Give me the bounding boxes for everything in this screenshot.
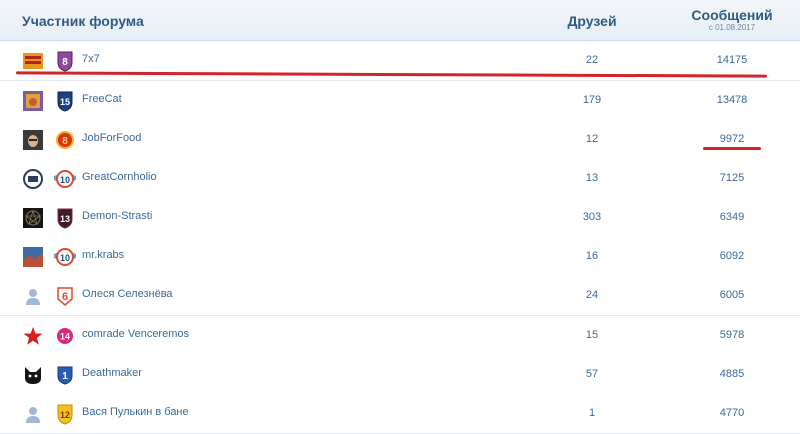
pink-circle-rank-icon: 14 [57,328,73,344]
black-cat-avatar-icon[interactable] [23,365,43,385]
blue-small-shield-rank-icon: 1 [57,366,73,385]
friends-count[interactable]: 13 [541,172,643,184]
table-row: 10 mr.krabs 16 6092 [0,237,800,277]
friends-count[interactable]: 16 [541,250,643,262]
messages-since-note: с 01.08.2017 [708,23,756,32]
svg-text:13: 13 [60,214,70,224]
member-name-link[interactable]: Deathmaker [82,367,142,379]
table-row: 10 GreatCornholio 13 7125 [0,159,800,199]
purple-shield-rank-icon: 8 [57,51,73,72]
member-name-link[interactable]: Вася Пулькин в бане [82,406,189,418]
member-name-link[interactable]: Demon-Strasti [82,210,152,222]
red-outline-badge-rank-icon: 6 [57,287,73,306]
messages-count[interactable]: 13478 [680,94,784,106]
member-name-link[interactable]: mr.krabs [82,249,124,261]
table-row: 15 FreeCat 179 13478 [0,81,800,121]
svg-text:15: 15 [60,97,70,107]
svg-text:8: 8 [62,57,68,68]
face-photo-avatar-icon[interactable] [23,130,43,150]
dark-shield-rank-icon: 13 [57,208,73,229]
messages-count[interactable]: 7125 [680,172,784,184]
member-name-link[interactable]: FreeCat [82,93,122,105]
column-header-friends[interactable]: Друзей [541,13,643,29]
friends-count[interactable]: 1 [541,407,643,419]
friends-count[interactable]: 22 [541,54,643,66]
messages-count[interactable]: 6005 [680,289,784,301]
svg-text:10: 10 [60,175,70,185]
dark-pentagram-avatar-icon[interactable] [23,208,43,228]
table-header: Участник форума Друзей Сообщений с 01.08… [0,0,800,41]
round-emblem-avatar-icon[interactable] [23,169,43,189]
red-gold-badge-rank-icon: 8 [56,131,74,149]
orange-banner-avatar-icon[interactable] [23,51,43,71]
default-user-avatar-icon[interactable] [23,286,43,306]
friends-count[interactable]: 179 [541,94,643,106]
table-row: 1 Deathmaker 57 4885 [0,355,800,395]
member-name-link[interactable]: JobForFood [82,132,141,144]
svg-text:1: 1 [62,371,68,382]
messages-count[interactable]: 4885 [680,368,784,380]
messages-count[interactable]: 6092 [680,250,784,262]
default-user-avatar-icon[interactable] [23,404,43,424]
table-row: 8 JobForFood 12 9972 [0,120,800,160]
table-row: 12 Вася Пулькин в бане 1 4770 [0,394,800,434]
friends-count[interactable]: 15 [541,329,643,341]
messages-count[interactable]: 6349 [680,211,784,223]
blue-shield-rank-icon: 15 [57,91,73,112]
messages-count[interactable]: 4770 [680,407,784,419]
cat-picture-avatar-icon[interactable] [23,91,43,111]
member-name-link[interactable]: GreatCornholio [82,171,157,183]
winged-badge-rank-icon: 10 [54,248,76,266]
messages-count[interactable]: 9972 [680,133,784,145]
svg-text:6: 6 [62,291,68,303]
yellow-shield-rank-icon: 12 [57,404,73,425]
member-name-link[interactable]: Олеся Селезнёва [82,288,173,300]
messages-count[interactable]: 5978 [680,329,784,341]
friends-count[interactable]: 12 [541,133,643,145]
member-name-link[interactable]: 7x7 [82,53,100,65]
friends-count[interactable]: 303 [541,211,643,223]
messages-count[interactable]: 14175 [680,54,784,66]
table-row: 13 Demon-Strasti 303 6349 [0,198,800,238]
friends-count[interactable]: 24 [541,289,643,301]
winged-badge-rank-icon: 10 [54,170,76,188]
svg-text:14: 14 [60,332,70,342]
svg-text:10: 10 [60,253,70,263]
table-row: 14 comrade Venceremos 15 5978 [0,316,800,356]
landscape-avatar-icon[interactable] [23,247,43,267]
svg-text:12: 12 [60,410,70,420]
red-underline-annotation [703,147,761,150]
column-header-member[interactable]: Участник форума [22,13,144,29]
member-name-link[interactable]: comrade Venceremos [82,328,189,340]
column-header-messages[interactable]: Сообщений [680,8,784,22]
friends-count[interactable]: 57 [541,368,643,380]
red-star-avatar-icon[interactable] [23,326,43,346]
svg-text:8: 8 [62,136,68,147]
table-row: 6 Олеся Селезнёва 24 6005 [0,276,800,316]
forum-members-table: Участник форума Друзей Сообщений с 01.08… [0,0,800,434]
